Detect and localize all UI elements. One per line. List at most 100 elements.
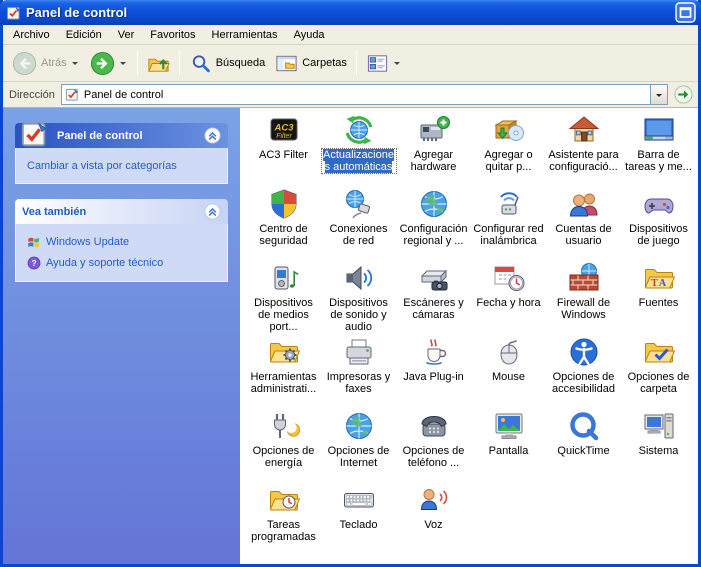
toolbar-separator — [136, 51, 138, 75]
menu-item[interactable]: Edición — [58, 27, 110, 43]
task-link[interactable]: Cambiar a vista por categorías — [27, 160, 218, 172]
control-panel-item[interactable]: Tareas programadas — [246, 482, 321, 556]
game-controllers-icon — [643, 188, 675, 220]
control-panel-item[interactable]: Actualizaciones automáticas — [320, 112, 397, 186]
item-label: Configurar red inalámbrica — [473, 223, 544, 247]
menu-item[interactable]: Ver — [110, 27, 143, 43]
control-panel-item[interactable]: Conexiones de red — [321, 186, 396, 260]
item-label: Barra de tareas y me... — [625, 149, 692, 173]
taskbar-start-menu-icon — [643, 114, 675, 146]
control-panel-item[interactable]: Dispositivos de juego — [621, 186, 696, 260]
task-link-label: Ayuda y soporte técnico — [46, 257, 164, 269]
icon-view: AC3 Filter AC3 Filter Actualizaciones autom… — [240, 108, 698, 564]
control-panel-item[interactable]: Teclado — [321, 482, 396, 556]
control-panel-item[interactable]: Fecha y hora — [471, 260, 546, 334]
menu-item[interactable]: Favoritos — [142, 27, 203, 43]
back-dropdown-caret[interactable] — [71, 59, 80, 68]
task-link[interactable]: ? Ayuda y soporte técnico — [27, 256, 218, 270]
menu-item[interactable]: Archivo — [5, 27, 58, 43]
control-panel-item[interactable]: Asistente para configuració... — [546, 112, 621, 186]
control-panel-item[interactable]: Mouse — [471, 334, 546, 408]
control-panel-item[interactable]: Opciones de Internet — [321, 408, 396, 482]
control-panel-item[interactable]: Agregar o quitar p... — [471, 112, 546, 186]
java-plugin-icon — [418, 336, 450, 368]
search-button[interactable]: Búsqueda — [184, 49, 271, 78]
control-panel-item[interactable]: Centro de seguridad — [246, 186, 321, 260]
security-center-icon — [268, 188, 300, 220]
control-panel-window-icon — [6, 5, 22, 21]
portable-media-devices-icon — [268, 262, 300, 294]
control-panel-panel-title: Panel de control — [57, 129, 143, 142]
control-panel-item[interactable]: Opciones de teléfono ... — [396, 408, 471, 482]
control-panel-item[interactable]: Firewall de Windows — [546, 260, 621, 334]
chevron-up-icon[interactable] — [204, 203, 221, 220]
control-panel-item[interactable]: T A Fuentes — [621, 260, 696, 334]
item-label: Sistema — [638, 445, 679, 457]
forward-button[interactable] — [85, 48, 133, 79]
forward-dropdown-caret[interactable] — [119, 59, 128, 68]
control-panel-item[interactable]: Cuentas de usuario — [546, 186, 621, 260]
see-also-panel-body: Windows Update ? Ayuda y soporte técnico — [15, 224, 228, 282]
folders-button[interactable]: Carpetas — [270, 49, 352, 78]
control-panel-item[interactable]: Opciones de energía — [246, 408, 321, 482]
item-label: QuickTime — [557, 445, 610, 457]
control-panel-item[interactable]: Agregar hardware — [396, 112, 471, 186]
views-button[interactable] — [361, 49, 407, 78]
item-label: Dispositivos de juego — [629, 223, 688, 247]
control-panel-item[interactable]: Configuración regional y ... — [396, 186, 471, 260]
control-panel-item[interactable]: Barra de tareas y me... — [621, 112, 696, 186]
control-panel-item[interactable]: Dispositivos de medios port... — [246, 260, 321, 334]
address-dropdown-button[interactable] — [650, 85, 667, 104]
control-panel-item[interactable]: Opciones de accesibilidad — [546, 334, 621, 408]
item-label: Opciones de teléfono ... — [402, 445, 465, 469]
see-also-panel-header[interactable]: Vea también — [15, 199, 228, 224]
address-combo[interactable]: Panel de control — [60, 84, 668, 105]
internet-options-icon — [343, 410, 375, 442]
item-label: Conexiones de red — [329, 223, 388, 247]
control-panel-item[interactable]: Pantalla — [471, 408, 546, 482]
menu-item[interactable]: Herramientas — [204, 27, 286, 43]
go-button[interactable] — [674, 85, 693, 104]
control-panel-item[interactable]: Dispositivos de sonido y audio — [321, 260, 396, 334]
svg-text:T: T — [651, 278, 658, 289]
control-panel-panel-header[interactable]: Panel de control — [15, 122, 228, 148]
menu-item[interactable]: Ayuda — [286, 27, 333, 43]
power-options-icon — [268, 410, 300, 442]
control-panel-item[interactable]: Configurar red inalámbrica — [471, 186, 546, 260]
control-panel-item[interactable]: Escáneres y cámaras — [396, 260, 471, 334]
wireless-network-setup-icon — [493, 188, 525, 220]
user-accounts-icon — [568, 188, 600, 220]
up-button[interactable] — [142, 49, 175, 78]
item-label: Opciones de Internet — [327, 445, 390, 469]
control-panel-panel-icon — [20, 119, 50, 149]
views-dropdown-caret[interactable] — [393, 59, 402, 68]
control-panel-item[interactable]: Impresoras y faxes — [321, 334, 396, 408]
back-button[interactable]: Atrás — [7, 48, 85, 79]
fonts-icon: TA — [643, 262, 675, 294]
task-link[interactable]: Windows Update — [27, 236, 218, 249]
explorer-window: Panel de control Archivo Edición Ver Favori… — [0, 0, 701, 567]
forward-arrow-icon — [90, 51, 115, 76]
control-panel-item[interactable]: Java Plug-in — [396, 334, 471, 408]
folders-button-label: Carpetas — [302, 57, 347, 69]
svg-text:Filter: Filter — [276, 133, 292, 140]
see-also-panel: Vea también Windows Update ? Ayuda y sopor… — [15, 199, 228, 282]
titlebar[interactable]: Panel de control — [0, 0, 701, 25]
control-panel-item[interactable]: Herramientas administrati... — [246, 334, 321, 408]
task-pane: Panel de control Cambiar a vista por cat… — [3, 108, 240, 564]
item-label: Herramientas administrati... — [250, 371, 317, 395]
control-panel-item[interactable]: QuickTime — [546, 408, 621, 482]
control-panel-item[interactable]: Sistema — [621, 408, 696, 482]
system-icon — [643, 410, 675, 442]
task-link-label: Windows Update — [46, 236, 130, 248]
scheduled-tasks-icon — [268, 484, 300, 516]
control-panel-item[interactable]: AC3 Filter AC3 Filter — [246, 112, 321, 186]
maximize-button[interactable] — [675, 2, 696, 23]
control-panel-item[interactable]: Opciones de carpeta — [621, 334, 696, 408]
add-hardware-icon — [418, 114, 450, 146]
see-also-panel-title: Vea también — [22, 205, 87, 218]
item-label: Voz — [424, 519, 443, 531]
control-panel-item[interactable]: Voz — [396, 482, 471, 556]
windows-firewall-icon — [568, 262, 600, 294]
chevron-up-icon[interactable] — [204, 127, 221, 144]
